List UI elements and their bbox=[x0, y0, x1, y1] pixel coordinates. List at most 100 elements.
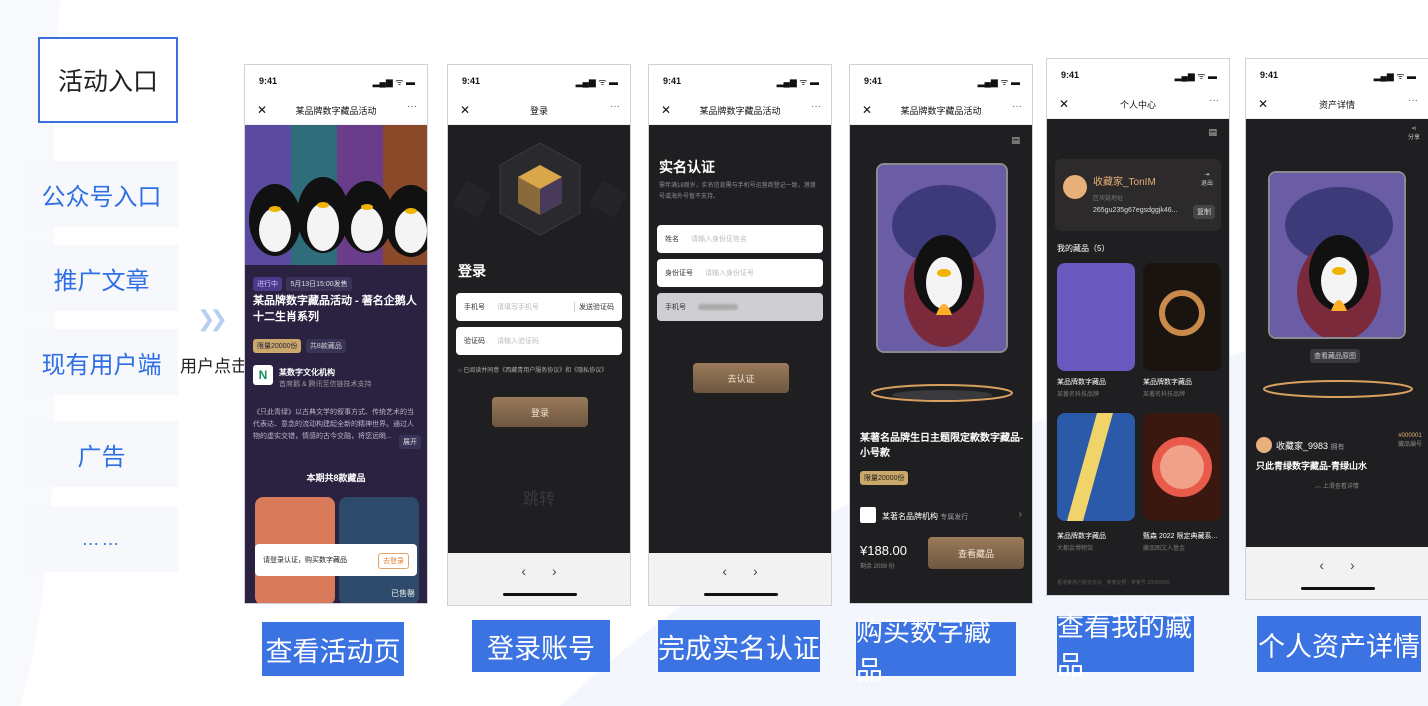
entry-item-article[interactable]: 推广文章 bbox=[25, 245, 178, 311]
browser-bottom-bar: ‹› bbox=[448, 553, 630, 605]
phone-asset-detail: 9:41 ▂▄▆ ᯤ ▬ ✕ 资产详情 ··· ⋖ 分享 查看藏品原图 收藏家_99… bbox=[1245, 58, 1428, 600]
collection-thumb[interactable] bbox=[1143, 413, 1221, 521]
phone-label: 手机号 bbox=[464, 304, 485, 311]
swipe-hint[interactable]: ︿ 上滑查看详情 bbox=[1246, 481, 1428, 490]
login-heading: 登录 bbox=[458, 263, 486, 279]
collection-thumb[interactable] bbox=[1057, 263, 1135, 371]
limit-tag: 限量20000份 bbox=[860, 471, 909, 485]
phone-placeholder: 请填写手机号 bbox=[497, 304, 539, 311]
login-button[interactable]: 登录 bbox=[492, 397, 588, 427]
document-icon[interactable]: ▤ bbox=[1011, 135, 1020, 146]
serial-label: 藏品编号 bbox=[1397, 442, 1422, 448]
owner-avatar bbox=[1256, 437, 1272, 453]
limit-tag: 限量20000份 bbox=[253, 339, 302, 353]
entry-item-more[interactable]: …… bbox=[25, 506, 178, 572]
go-login-button[interactable]: 去登录 bbox=[378, 553, 409, 569]
phone-my-collection: 9:41 ▂▄▆ ᯤ ▬ ✕ 个人中心 ··· ▤ 收藏家_TonIM 区块链地址… bbox=[1046, 58, 1230, 596]
stripe-art bbox=[1067, 413, 1113, 521]
owner-suffix: 拥有 bbox=[1330, 444, 1345, 451]
pedestal-art bbox=[871, 384, 1013, 402]
more-icon[interactable]: ··· bbox=[1012, 101, 1022, 112]
browser-nav[interactable]: ‹› bbox=[448, 563, 630, 579]
serial-badge: #000001 藏品编号 bbox=[1398, 433, 1422, 448]
footer-text: 香港某用户服务协议 · 某某证照 · 某某号-20080059 bbox=[1057, 580, 1170, 586]
document-icon[interactable]: ▤ bbox=[1208, 127, 1217, 138]
browser-nav[interactable]: ‹› bbox=[1246, 557, 1428, 573]
entry-item-wechat[interactable]: 公众号入口 bbox=[25, 161, 178, 227]
send-code-button[interactable]: 发送验证码 bbox=[574, 302, 614, 312]
home-indicator bbox=[1301, 587, 1375, 590]
stock: 剩余 2099 份 bbox=[860, 564, 895, 570]
asset-image bbox=[1268, 171, 1406, 339]
activity-screen: 进行中 5月13日15:00发售 某品牌数字藏品活动 - 著名企鹅人十二生肖系列… bbox=[245, 125, 427, 603]
status-tags: 进行中 5月13日15:00发售 bbox=[253, 273, 352, 291]
home-indicator bbox=[503, 593, 577, 596]
caption-view-activity: 查看活动页 bbox=[262, 622, 404, 676]
id-field[interactable]: 身份证号 请输入身份证号 bbox=[657, 259, 823, 287]
more-icon[interactable]: ··· bbox=[407, 101, 417, 112]
entry-item-ads[interactable]: 广告 bbox=[25, 421, 178, 487]
nav-bar: ✕ 个人中心 ··· bbox=[1047, 89, 1229, 119]
phone-purchase: 9:41 ▂▄▆ ᯤ ▬ ✕ 某品牌数字藏品活动 ··· ▤ 某著名品牌生日主题限… bbox=[849, 64, 1033, 604]
status-bar: 9:41 ▂▄▆ ᯤ ▬ bbox=[1246, 59, 1428, 89]
verify-button[interactable]: 去认证 bbox=[693, 363, 789, 393]
mobile-blurred-value bbox=[698, 304, 738, 310]
caption-purchase: 购买数字藏品 bbox=[856, 617, 1016, 686]
dragon-penguin-art bbox=[878, 165, 1006, 351]
browser-bottom-bar: ‹› bbox=[1246, 547, 1428, 599]
agreement[interactable]: ○ 已阅读并同意《西藏青用户服务协议》和《隐私协议》 bbox=[458, 365, 607, 374]
caption-real-name: 完成实名认证 bbox=[658, 620, 820, 672]
entry-title: 活动入口 bbox=[38, 37, 178, 123]
more-icon[interactable]: ··· bbox=[811, 101, 821, 112]
seal-art bbox=[1152, 437, 1212, 497]
signal-icon: ▂▄▆ ᯤ ▬ bbox=[776, 77, 819, 87]
status-time: 9:41 bbox=[663, 76, 682, 86]
agreement-text: 已阅读并同意《西藏青用户服务协议》和《隐私协议》 bbox=[463, 368, 608, 374]
nav-title: 某品牌数字藏品活动 bbox=[295, 106, 377, 116]
my-collection-title: 我的藏品（5） bbox=[1057, 244, 1110, 253]
profile-card: 收藏家_TonIM 区块链地址 265gu235g67egsdggjk46...… bbox=[1055, 159, 1221, 231]
code-label: 验证码 bbox=[464, 338, 485, 345]
publisher-suffix: 专属发行 bbox=[940, 514, 969, 521]
share-label: 分享 bbox=[1407, 135, 1420, 141]
mobile-label: 手机号 bbox=[665, 304, 686, 311]
sold-label: 已售罄 bbox=[391, 589, 415, 598]
more-icon[interactable]: ··· bbox=[1209, 95, 1219, 106]
name-placeholder: 请输入身份证姓名 bbox=[691, 236, 747, 243]
nickname: 收藏家_TonIM bbox=[1093, 177, 1156, 188]
collection-image bbox=[876, 163, 1008, 353]
status-time: 9:41 bbox=[462, 76, 481, 86]
expand-button[interactable]: 展开 bbox=[399, 435, 421, 449]
exit-button[interactable]: ⇥ 退出 bbox=[1201, 171, 1213, 187]
more-icon[interactable]: ··· bbox=[1408, 95, 1418, 106]
view-collection-button[interactable]: 查看藏品 bbox=[928, 537, 1024, 569]
dragon-penguin-art bbox=[1270, 173, 1404, 337]
section-title: 本期共8款藏品 bbox=[245, 471, 427, 484]
phone-field[interactable]: 手机号 请填写手机号 发送验证码 bbox=[456, 293, 622, 321]
nav-bar: ✕ 登录 ··· bbox=[448, 95, 630, 125]
name-field[interactable]: 姓名 请输入身份证姓名 bbox=[657, 225, 823, 253]
tag-status: 进行中 bbox=[253, 277, 282, 291]
activity-heading: 某品牌数字藏品活动 - 著名企鹅人十二生肖系列 bbox=[253, 295, 417, 323]
browser-nav[interactable]: ‹› bbox=[649, 563, 831, 579]
share-button[interactable]: ⋖ 分享 bbox=[1408, 125, 1420, 141]
nav-title: 资产详情 bbox=[1318, 100, 1355, 110]
status-bar: 9:41 ▂▄▆ ᯤ ▬ bbox=[1047, 59, 1229, 89]
collection-thumb[interactable] bbox=[1143, 263, 1221, 371]
status-time: 9:41 bbox=[1061, 70, 1080, 80]
publisher[interactable]: 某著名品牌机构 专属发行 bbox=[882, 511, 968, 522]
product-title: 某著名品牌生日主题限定款数字藏品-小号款 bbox=[860, 433, 1024, 459]
collection-thumb[interactable] bbox=[1057, 413, 1135, 521]
more-icon[interactable]: ··· bbox=[610, 101, 620, 112]
caption-my-collection: 查看我的藏品 bbox=[1057, 612, 1194, 681]
copy-button[interactable]: 复制 bbox=[1193, 205, 1215, 219]
nav-bar: ✕ 资产详情 ··· bbox=[1246, 89, 1428, 119]
signal-icon: ▂▄▆ ᯤ ▬ bbox=[977, 77, 1020, 87]
code-field[interactable]: 验证码 请输入验证码 bbox=[456, 327, 622, 355]
item-name: 甄森 2022 限定典藏系... bbox=[1143, 533, 1218, 540]
count-tag: 共8款藏品 bbox=[305, 339, 346, 353]
chain-address: 265gu235g67egsdggjk46... bbox=[1093, 207, 1178, 214]
view-original-button[interactable]: 查看藏品原图 bbox=[1310, 349, 1360, 363]
entry-item-existing-users[interactable]: 现有用户端 bbox=[25, 329, 178, 395]
caption-asset-detail: 个人资产详情 bbox=[1257, 616, 1421, 672]
